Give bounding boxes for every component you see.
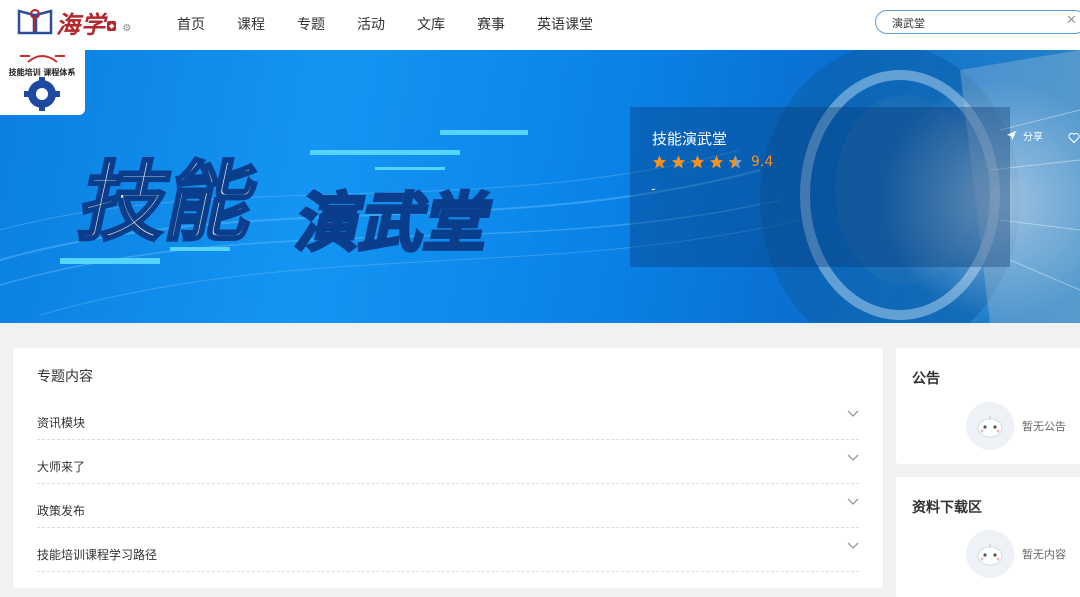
accordion-item-masters[interactable]: 大师来了 — [37, 439, 859, 484]
search-box: ✕ — [875, 10, 1080, 34]
star-icon — [690, 155, 705, 169]
accordion-item-policy[interactable]: 政策发布 — [37, 483, 859, 528]
nav-item-courses[interactable]: 课程 — [237, 0, 265, 50]
empty-notice-text: 暂无公告 — [1022, 420, 1066, 433]
logo-text: 海学 — [56, 9, 106, 39]
banner-title-main: 技能 — [72, 152, 265, 253]
book-logo-icon — [17, 9, 53, 35]
search-input[interactable] — [890, 13, 1054, 33]
logo-gear-icon: ⚙ — [122, 22, 132, 34]
section-heading: 专题内容 — [37, 369, 93, 385]
nav-item-english-class[interactable]: 英语课堂 — [537, 0, 593, 50]
course-info-panel: 技能演武堂 9.4 - — [630, 107, 1010, 267]
star-icon — [671, 155, 686, 169]
rating-score: 9.4 — [751, 154, 774, 170]
star-icon — [652, 155, 667, 169]
favorite-button[interactable] — [1068, 128, 1080, 147]
download-card: 资料下载区 暂无内容 — [896, 477, 1080, 597]
gear-emblem-icon: 技能培训 课程体系 — [9, 55, 76, 111]
accordion-label: 政策发布 — [37, 504, 86, 518]
empty-state: 暂无内容 — [966, 530, 1066, 578]
nav-item-activities[interactable]: 活动 — [357, 0, 385, 50]
accordion-label: 大师来了 — [37, 460, 86, 474]
chevron-down-icon — [847, 542, 859, 549]
chevron-down-icon — [847, 454, 859, 461]
clear-icon[interactable]: ✕ — [1066, 14, 1077, 28]
send-icon — [1006, 130, 1017, 141]
notice-card: 公告 暂无公告 — [896, 348, 1080, 464]
course-system-logo: 技能培训 课程体系 — [0, 50, 85, 115]
main-nav: 首页 课程 专题 活动 文库 赛事 英语课堂 — [177, 0, 625, 50]
topic-content-card: 专题内容 资讯模块 大师来了 政策发布 技能培训课程学习路径 — [13, 348, 883, 588]
nav-item-topics[interactable]: 专题 — [297, 0, 325, 50]
nav-item-home[interactable]: 首页 — [177, 0, 205, 50]
accordion-label: 技能培训课程学习路径 — [37, 548, 158, 562]
course-banner: 技能 演武堂 技能培训 课程体系 技能演武堂 9.4 - 分享 — [0, 50, 1080, 323]
download-title: 资料下载区 — [912, 500, 982, 516]
chevron-down-icon — [847, 410, 859, 417]
accordion-label: 资讯模块 — [37, 416, 86, 430]
site-logo[interactable]: 海学 ◆ ⚙ — [16, 5, 131, 39]
chevron-down-icon — [847, 498, 859, 505]
accordion-item-learning-path[interactable]: 技能培训课程学习路径 — [37, 527, 859, 572]
corner-logo-text: 技能培训 课程体系 — [9, 67, 76, 77]
empty-robot-icon — [966, 402, 1014, 450]
star-rating — [651, 154, 746, 170]
empty-download-text: 暂无内容 — [1022, 548, 1066, 561]
top-header: 海学 ◆ ⚙ 首页 课程 专题 活动 文库 赛事 英语课堂 ✕ — [0, 0, 1080, 50]
heart-icon — [1068, 132, 1080, 144]
accordion-item-news[interactable]: 资讯模块 — [37, 395, 859, 440]
empty-robot-icon — [966, 530, 1014, 578]
empty-state: 暂无公告 — [966, 402, 1066, 450]
nav-item-library[interactable]: 文库 — [417, 0, 445, 50]
share-button[interactable]: 分享 — [1006, 128, 1043, 143]
star-icon — [709, 155, 724, 169]
banner-title-sub: 演武堂 — [290, 187, 498, 261]
notice-title: 公告 — [912, 371, 940, 387]
logo-badge: ◆ — [107, 21, 117, 31]
nav-item-competitions[interactable]: 赛事 — [477, 0, 505, 50]
star-half-icon — [728, 155, 743, 169]
course-subtitle: - — [651, 182, 656, 197]
share-label: 分享 — [1023, 132, 1043, 143]
course-title: 技能演武堂 — [652, 130, 728, 148]
